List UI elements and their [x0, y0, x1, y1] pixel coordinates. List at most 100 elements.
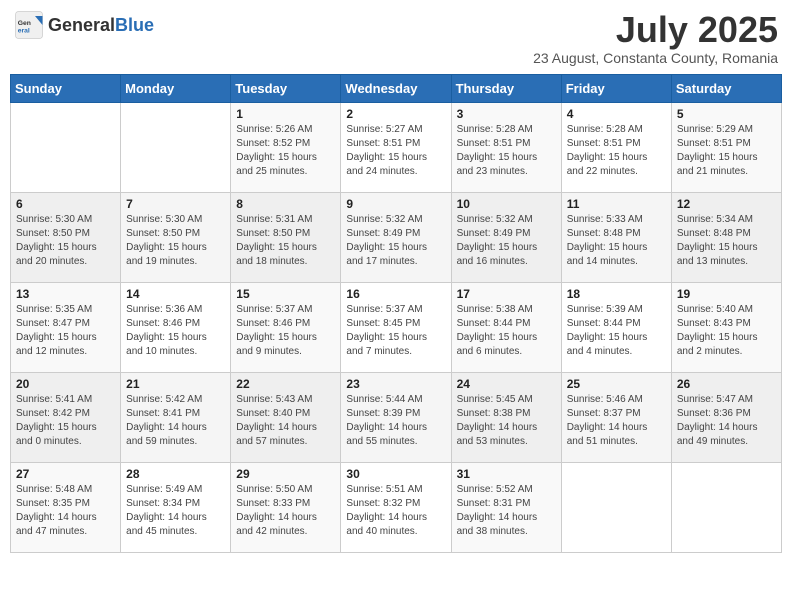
calendar-day-cell [561, 462, 671, 552]
day-number: 8 [236, 197, 335, 211]
logo-text-general: General [48, 15, 115, 35]
day-number: 21 [126, 377, 225, 391]
calendar-day-cell: 2Sunrise: 5:27 AM Sunset: 8:51 PM Daylig… [341, 102, 451, 192]
calendar-day-cell: 10 Sunrise: 5:32 AM Sunset: 8:49 PM Dayli… [451, 192, 561, 282]
day-info: Sunrise: 5:42 AM Sunset: 8:41 PM Dayligh… [126, 393, 225, 449]
calendar-week-row: 1 Sunrise: 5:26 AM Sunset: 8:52 PM Daylig… [11, 102, 782, 192]
calendar-day-cell: 11 Sunrise: 5:33 AM Sunset: 8:48 PM Dayli… [561, 192, 671, 282]
day-of-week-header: Tuesday [231, 74, 341, 102]
calendar-day-cell: 12Sunrise: 5:34 AM Sunset: 8:48 PM Dayli… [671, 192, 781, 282]
logo-text-blue: Blue [115, 15, 154, 35]
day-number: 11 [567, 197, 666, 211]
calendar-header-row: SundayMondayTuesdayWednesdayThursdayFrid… [11, 74, 782, 102]
calendar-day-cell: 15Sunrise: 5:37 AM Sunset: 8:46 PM Dayli… [231, 282, 341, 372]
day-number: 19 [677, 287, 776, 301]
svg-text:eral: eral [18, 28, 30, 35]
calendar-week-row: 13 Sunrise: 5:35 AM Sunset: 8:47 PM Dayli… [11, 282, 782, 372]
day-info: Sunrise: 5:28 AM Sunset: 8:51 PM Dayligh… [457, 123, 556, 179]
calendar-week-row: 27 Sunrise: 5:48 AM Sunset: 8:35 PM Dayli… [11, 462, 782, 552]
subtitle: 23 August, Constanta County, Romania [533, 50, 778, 66]
calendar-day-cell: 14Sunrise: 5:36 AM Sunset: 8:46 PM Dayli… [121, 282, 231, 372]
day-info: Sunrise: 5:48 AM Sunset: 8:35 PM Dayligh… [16, 483, 115, 539]
day-number: 24 [457, 377, 556, 391]
day-info: Sunrise: 5:40 AM Sunset: 8:43 PM Dayligh… [677, 303, 776, 359]
calendar-day-cell: 7 Sunrise: 5:30 AM Sunset: 8:50 PM Daylig… [121, 192, 231, 282]
calendar-day-cell: 26Sunrise: 5:47 AM Sunset: 8:36 PM Dayli… [671, 372, 781, 462]
calendar-day-cell: 19 Sunrise: 5:40 AM Sunset: 8:43 PM Dayli… [671, 282, 781, 372]
calendar-day-cell: 3Sunrise: 5:28 AM Sunset: 8:51 PM Daylig… [451, 102, 561, 192]
svg-text:Gen: Gen [18, 20, 31, 27]
day-number: 13 [16, 287, 115, 301]
day-info: Sunrise: 5:52 AM Sunset: 8:31 PM Dayligh… [457, 483, 556, 539]
day-info: Sunrise: 5:49 AM Sunset: 8:34 PM Dayligh… [126, 483, 225, 539]
calendar-day-cell [671, 462, 781, 552]
day-info: Sunrise: 5:37 AM Sunset: 8:45 PM Dayligh… [346, 303, 445, 359]
day-number: 18 [567, 287, 666, 301]
day-of-week-header: Wednesday [341, 74, 451, 102]
day-info: Sunrise: 5:43 AM Sunset: 8:40 PM Dayligh… [236, 393, 335, 449]
day-info: Sunrise: 5:47 AM Sunset: 8:36 PM Dayligh… [677, 393, 776, 449]
day-number: 27 [16, 467, 115, 481]
calendar-day-cell: 1 Sunrise: 5:26 AM Sunset: 8:52 PM Daylig… [231, 102, 341, 192]
calendar-day-cell: 5Sunrise: 5:29 AM Sunset: 8:51 PM Daylig… [671, 102, 781, 192]
day-of-week-header: Sunday [11, 74, 121, 102]
calendar-day-cell: 24 Sunrise: 5:45 AM Sunset: 8:38 PM Dayli… [451, 372, 561, 462]
day-number: 20 [16, 377, 115, 391]
day-number: 6 [16, 197, 115, 211]
day-info: Sunrise: 5:34 AM Sunset: 8:48 PM Dayligh… [677, 213, 776, 269]
calendar-day-cell: 28 Sunrise: 5:49 AM Sunset: 8:34 PM Dayli… [121, 462, 231, 552]
day-info: Sunrise: 5:41 AM Sunset: 8:42 PM Dayligh… [16, 393, 115, 449]
day-number: 29 [236, 467, 335, 481]
month-title: July 2025 [533, 10, 778, 50]
day-info: Sunrise: 5:44 AM Sunset: 8:39 PM Dayligh… [346, 393, 445, 449]
day-number: 17 [457, 287, 556, 301]
day-info: Sunrise: 5:30 AM Sunset: 8:50 PM Dayligh… [126, 213, 225, 269]
day-info: Sunrise: 5:33 AM Sunset: 8:48 PM Dayligh… [567, 213, 666, 269]
day-info: Sunrise: 5:37 AM Sunset: 8:46 PM Dayligh… [236, 303, 335, 359]
day-info: Sunrise: 5:39 AM Sunset: 8:44 PM Dayligh… [567, 303, 666, 359]
day-info: Sunrise: 5:46 AM Sunset: 8:37 PM Dayligh… [567, 393, 666, 449]
day-info: Sunrise: 5:26 AM Sunset: 8:52 PM Dayligh… [236, 123, 335, 179]
logo-icon: Gen eral [14, 10, 44, 40]
day-number: 28 [126, 467, 225, 481]
calendar-day-cell: 23 Sunrise: 5:44 AM Sunset: 8:39 PM Dayli… [341, 372, 451, 462]
logo: Gen eral GeneralBlue [14, 10, 154, 40]
day-number: 1 [236, 107, 335, 121]
day-info: Sunrise: 5:32 AM Sunset: 8:49 PM Dayligh… [346, 213, 445, 269]
calendar-day-cell: 20 Sunrise: 5:41 AM Sunset: 8:42 PM Dayli… [11, 372, 121, 462]
day-info: Sunrise: 5:31 AM Sunset: 8:50 PM Dayligh… [236, 213, 335, 269]
calendar-day-cell: 8 Sunrise: 5:31 AM Sunset: 8:50 PM Daylig… [231, 192, 341, 282]
day-number: 30 [346, 467, 445, 481]
day-number: 31 [457, 467, 556, 481]
day-number: 10 [457, 197, 556, 211]
calendar-day-cell: 18 Sunrise: 5:39 AM Sunset: 8:44 PM Dayli… [561, 282, 671, 372]
day-of-week-header: Saturday [671, 74, 781, 102]
day-info: Sunrise: 5:32 AM Sunset: 8:49 PM Dayligh… [457, 213, 556, 269]
day-number: 22 [236, 377, 335, 391]
calendar-day-cell: 22 Sunrise: 5:43 AM Sunset: 8:40 PM Dayli… [231, 372, 341, 462]
day-of-week-header: Monday [121, 74, 231, 102]
day-info: Sunrise: 5:29 AM Sunset: 8:51 PM Dayligh… [677, 123, 776, 179]
day-number: 4 [567, 107, 666, 121]
day-of-week-header: Thursday [451, 74, 561, 102]
day-number: 23 [346, 377, 445, 391]
day-info: Sunrise: 5:45 AM Sunset: 8:38 PM Dayligh… [457, 393, 556, 449]
calendar-day-cell: 4Sunrise: 5:28 AM Sunset: 8:51 PM Daylig… [561, 102, 671, 192]
page-header: Gen eral GeneralBlue July 2025 23 August… [10, 10, 782, 66]
day-number: 7 [126, 197, 225, 211]
day-number: 16 [346, 287, 445, 301]
calendar-day-cell: 31 Sunrise: 5:52 AM Sunset: 8:31 PM Dayli… [451, 462, 561, 552]
day-info: Sunrise: 5:38 AM Sunset: 8:44 PM Dayligh… [457, 303, 556, 359]
calendar-day-cell: 9Sunrise: 5:32 AM Sunset: 8:49 PM Daylig… [341, 192, 451, 282]
day-info: Sunrise: 5:51 AM Sunset: 8:32 PM Dayligh… [346, 483, 445, 539]
calendar-day-cell: 13 Sunrise: 5:35 AM Sunset: 8:47 PM Dayli… [11, 282, 121, 372]
calendar-day-cell: 6 Sunrise: 5:30 AM Sunset: 8:50 PM Daylig… [11, 192, 121, 282]
calendar: SundayMondayTuesdayWednesdayThursdayFrid… [10, 74, 782, 553]
day-info: Sunrise: 5:50 AM Sunset: 8:33 PM Dayligh… [236, 483, 335, 539]
day-info: Sunrise: 5:30 AM Sunset: 8:50 PM Dayligh… [16, 213, 115, 269]
calendar-day-cell: 17 Sunrise: 5:38 AM Sunset: 8:44 PM Dayli… [451, 282, 561, 372]
calendar-week-row: 20 Sunrise: 5:41 AM Sunset: 8:42 PM Dayli… [11, 372, 782, 462]
day-number: 25 [567, 377, 666, 391]
day-info: Sunrise: 5:35 AM Sunset: 8:47 PM Dayligh… [16, 303, 115, 359]
calendar-day-cell: 25 Sunrise: 5:46 AM Sunset: 8:37 PM Dayli… [561, 372, 671, 462]
